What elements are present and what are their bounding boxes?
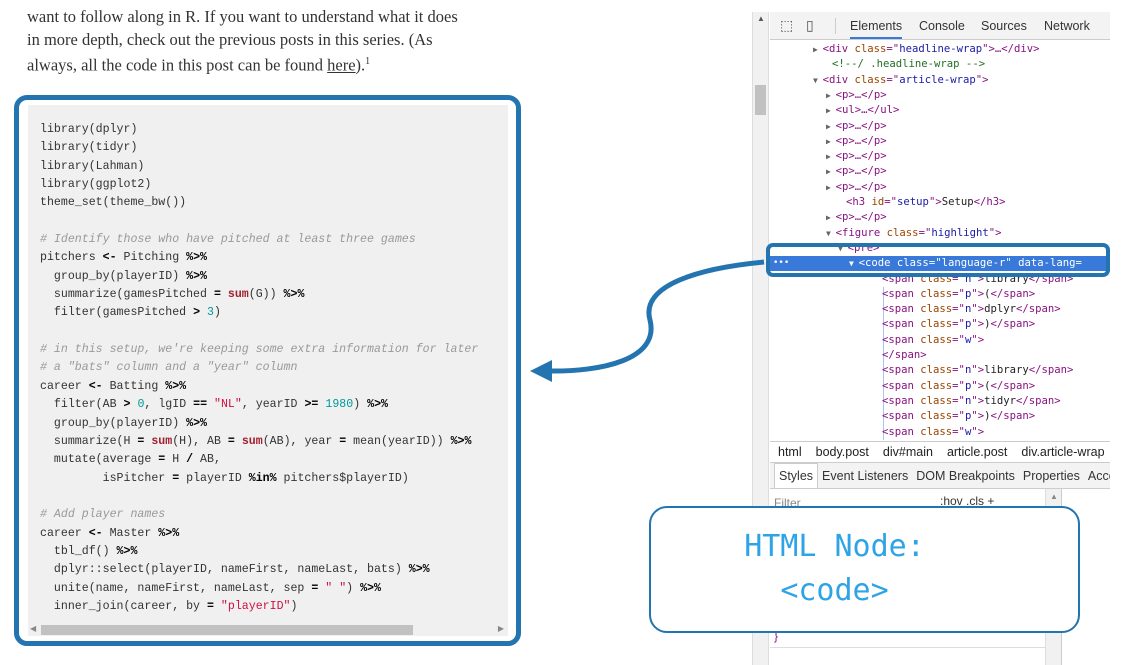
callout-title: HTML Node:: [744, 529, 925, 564]
arrow-head: [530, 360, 552, 382]
arrow-curve: [547, 259, 765, 374]
html-node-callout: HTML Node: <code>: [649, 506, 1080, 633]
callout-node: <code>: [780, 573, 889, 608]
